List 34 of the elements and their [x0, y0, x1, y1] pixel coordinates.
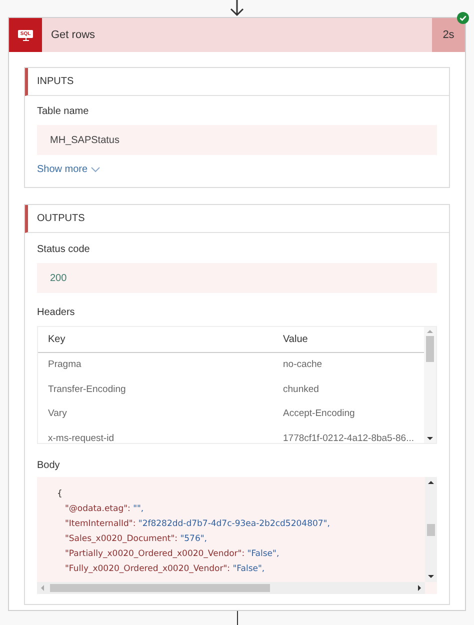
duration-label: 2s: [432, 18, 465, 52]
code-line: "Fully_x0020_Ordered_x0020_Vendor": "False",: [64, 563, 266, 576]
table-cell-text: x-ms-request-id: [47, 432, 115, 446]
field-label: Status code: [37, 243, 91, 257]
connector-line: [236, 611, 238, 625]
field-value: MH_SAPStatus: [37, 125, 437, 155]
down-arrow-icon: [230, 0, 244, 17]
table-cell: Accept-Encoding: [283, 407, 355, 422]
code-line: {: [57, 488, 64, 501]
table-cell: 1778cf1f-0212-4a12-8ba5-86...: [283, 432, 414, 446]
chevron-down-icon: [90, 166, 100, 172]
table-cell: chunked: [283, 382, 319, 397]
show-more-link[interactable]: Show more: [37, 162, 100, 177]
monitor-stand-icon: [22, 38, 30, 40]
code-line: "ItemInternalId": "2f8282dd-d7b7-4d7c-93ea-2b2cd5204807",: [64, 518, 331, 531]
action-title: Get rows: [50, 28, 96, 43]
vertical-scrollbar[interactable]: [425, 477, 437, 582]
field-label: Table name: [37, 105, 90, 119]
code-line: "@odata.etag": "",: [64, 503, 145, 516]
horizontal-scrollbar[interactable]: [37, 582, 425, 594]
column-header: Key: [47, 333, 66, 347]
table-cell-text: Transfer-Encoding: [47, 382, 127, 397]
code-line: "Sales_x0020_Document": "576",: [64, 533, 208, 546]
table-cell-text: Vary: [47, 407, 68, 422]
scrollbar[interactable]: [424, 327, 436, 443]
field-label: Headers: [37, 306, 76, 320]
table-cell: no-cache: [283, 358, 322, 372]
column-header: Value: [283, 333, 308, 347]
section-title: OUTPUTS: [37, 212, 85, 226]
field-label: Body: [37, 459, 61, 473]
section-title: INPUTS: [37, 75, 74, 89]
status-value: 200: [37, 263, 437, 293]
code-line: "Partially_x0020_Ordered_x0020_Vendor": "False",: [64, 548, 280, 561]
table-cell-text: Pragma: [47, 358, 82, 372]
